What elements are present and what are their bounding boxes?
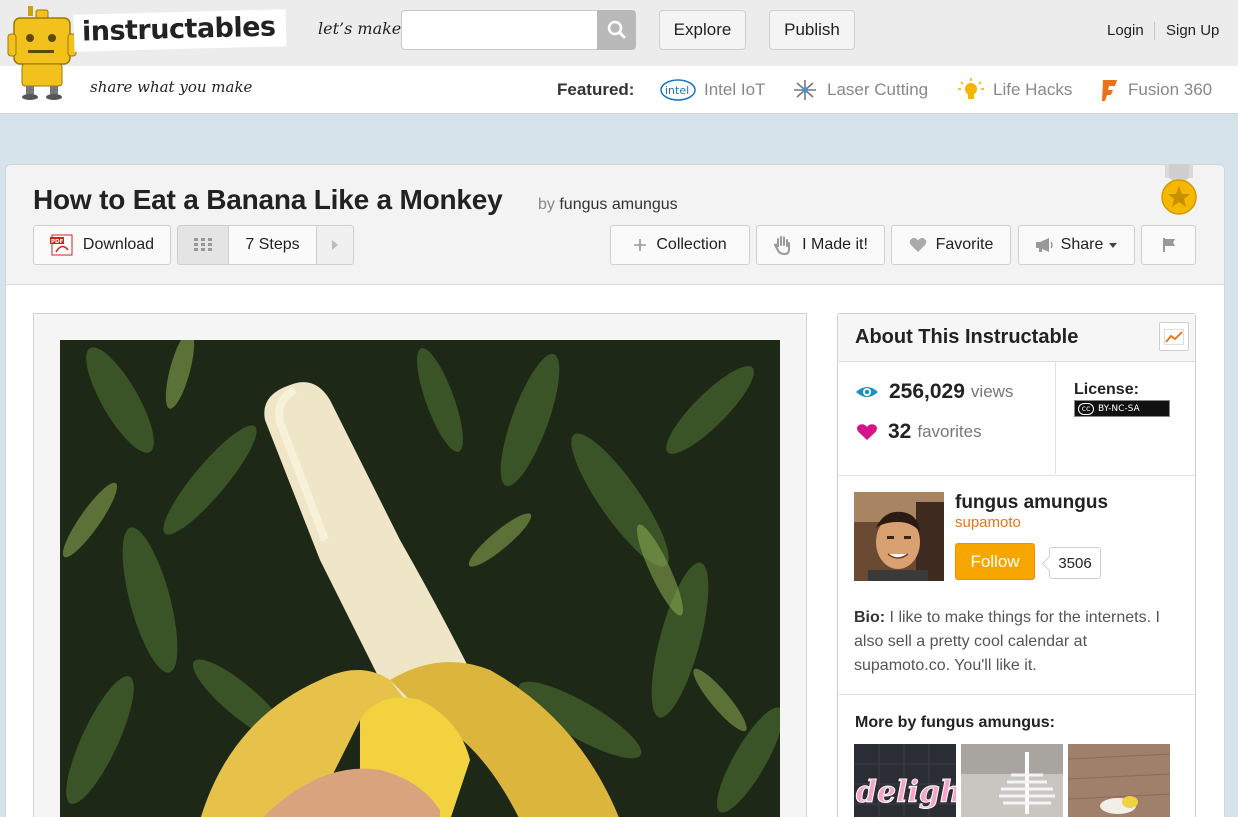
intel-icon: intel [660,79,696,101]
featured-label: Featured: [557,80,635,99]
download-button[interactable]: PDF Download [33,225,171,265]
search-input[interactable] [401,10,597,50]
heart-icon [856,424,878,440]
publish-button[interactable]: Publish [769,10,855,50]
login-link[interactable]: Login [1107,22,1144,39]
site-logo-text[interactable]: instructables [73,9,287,52]
views-label: views [970,382,1014,401]
featured-item-label: Fusion 360 [1128,80,1213,99]
cc-icon: cc [1078,402,1094,415]
about-sidebar-title: About This Instructable [855,326,1079,348]
i-made-it-label: I Made it! [802,236,868,253]
robot-mascot-logo[interactable] [6,4,78,102]
collection-label: Collection [656,236,727,253]
header-link-divider [1154,22,1155,40]
svg-text:PDF: PDF [51,239,64,245]
sidebar-divider [838,694,1195,695]
stats-divider [1055,362,1056,474]
thumbnail-object-image [1068,744,1170,817]
author-avatar[interactable] [854,492,944,581]
share-label: Share [1060,236,1104,253]
follower-count-badge: 3506 [1049,547,1101,579]
laser-icon [794,80,816,100]
stats-chart-icon [1164,328,1184,345]
search-icon [607,20,626,39]
featured-item-laser-cutting[interactable]: Laser Cutting [791,78,928,102]
megaphone-icon [1035,238,1053,252]
views-stat: 256,029 views [855,380,1013,404]
eye-icon [856,387,878,397]
explore-button[interactable]: Explore [659,10,746,50]
featured-item-life-hacks[interactable]: Life Hacks [957,78,1072,102]
bio-label: Bio: [854,609,886,626]
favorites-label: favorites [917,422,982,441]
author-bio: Bio: I like to make things for the inter… [854,606,1184,678]
plus-icon [634,239,647,251]
heart-icon [909,238,926,252]
collection-button[interactable]: Collection [610,225,750,265]
share-button[interactable]: Share [1018,225,1135,265]
follow-button[interactable]: Follow [955,543,1035,580]
next-step-button[interactable] [316,225,354,265]
follower-count: 3506 [1058,554,1092,572]
favorites-count: 32 [888,420,912,443]
views-count: 256,029 [889,380,965,403]
report-flag-button[interactable] [1141,225,1196,265]
lightbulb-icon [958,78,984,99]
more-by-thumbnail[interactable] [961,744,1063,817]
byline-prefix: by [538,196,555,213]
license-label: License: [1074,381,1139,398]
chevron-right-icon [332,240,338,250]
search-button[interactable] [597,10,636,50]
favorites-stat: 32 favorites [855,420,982,444]
featured-medal-icon [1161,164,1197,215]
search-prompt-label: let’s make [318,19,402,38]
steps-grid-button[interactable] [177,225,229,265]
byline-author-link[interactable]: fungus amungus [559,196,677,213]
featured-item-label: Life Hacks [993,80,1073,99]
flag-icon [1162,238,1175,252]
i-made-it-button[interactable]: I Made it! [756,225,885,265]
cc-license-badge[interactable]: cc BY-NC-SA [1074,400,1170,417]
svg-text:intel: intel [665,84,689,97]
thumbnail-sculpture-image [961,744,1063,817]
more-by-author-label: More by fungus amungus: [855,714,1055,731]
page-title: How to Eat a Banana Like a Monkey [33,184,503,215]
author-name-link[interactable]: fungus amungus [955,492,1108,514]
pdf-icon: PDF [49,234,73,256]
more-by-thumbnail[interactable]: delight [854,744,956,817]
thumbnail-delight-image: delight [854,744,956,817]
license-badge-text: BY-NC-SA [1098,403,1140,414]
hand-icon [773,236,791,255]
banana-photo-image [60,340,780,817]
steps-count-button[interactable]: 7 Steps [228,225,317,265]
author-handle-link[interactable]: supamoto [955,514,1021,531]
featured-item-label: Intel IoT [704,80,766,99]
grid-icon [194,238,212,251]
stats-button[interactable] [1159,322,1189,351]
site-tagline: share what you make [90,78,253,96]
bio-text: I like to make things for the internets.… [854,609,1160,674]
featured-item-fusion-360[interactable]: Fusion 360 [1100,78,1212,102]
favorite-button[interactable]: Favorite [891,225,1011,265]
favorite-label: Favorite [935,236,994,253]
fusion-icon [1102,80,1117,101]
featured-item-intel-iot[interactable]: intel Intel IoT [660,78,765,102]
caret-down-icon [1109,243,1118,248]
signup-link[interactable]: Sign Up [1166,22,1219,39]
featured-item-label: Laser Cutting [827,80,929,99]
author-avatar-image [854,492,944,581]
main-project-photo[interactable] [60,340,780,817]
byline: by fungus amungus [538,196,678,214]
sidebar-divider [838,475,1195,476]
more-by-thumbnail[interactable] [1068,744,1170,817]
download-label: Download [82,236,155,253]
thumbnail-text: delight [856,775,956,810]
